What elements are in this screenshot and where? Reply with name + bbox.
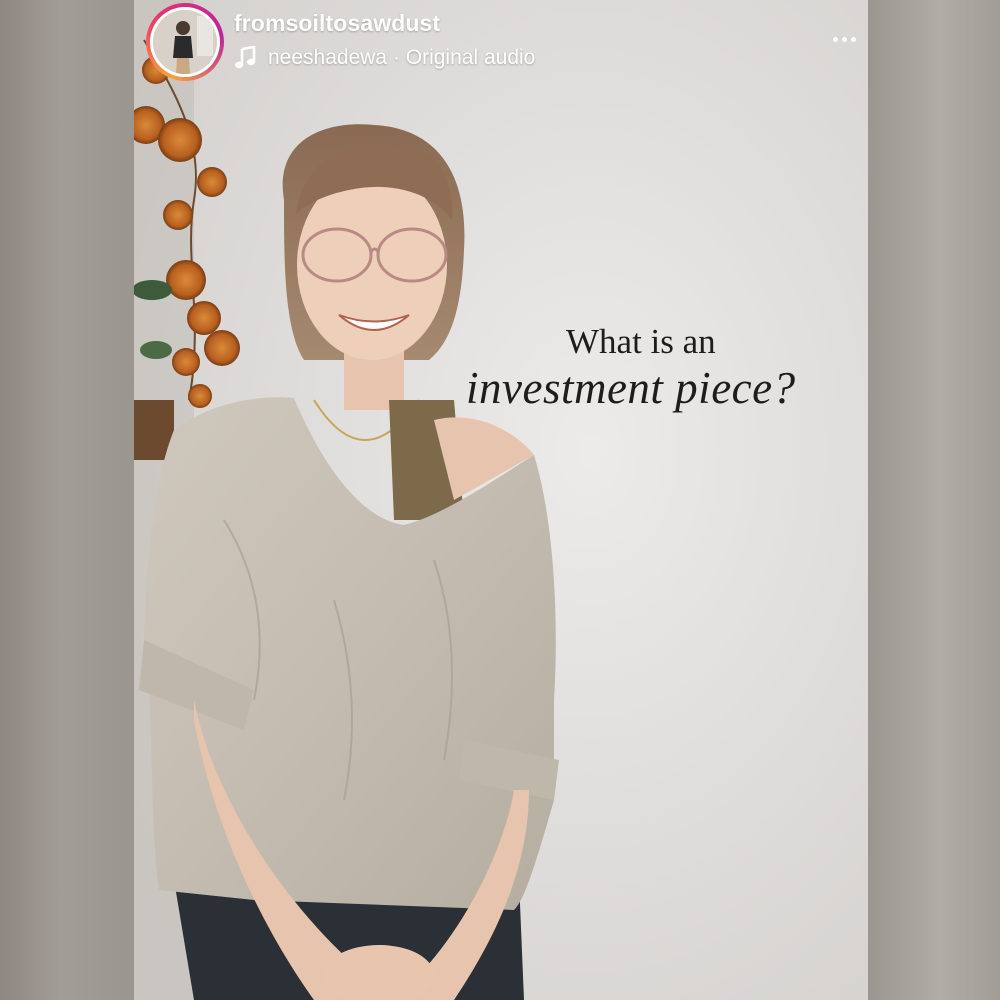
- reel-video[interactable]: fromsoiltosawdust neeshadewa · Original …: [134, 0, 868, 1000]
- reel-photo: [134, 0, 868, 1000]
- more-options-icon[interactable]: [824, 25, 864, 55]
- avatar[interactable]: [146, 3, 224, 81]
- music-note-icon: [235, 46, 256, 69]
- audio-label: neeshadewa · Original audio: [268, 46, 536, 69]
- caption-line-2: investment piece?: [466, 363, 796, 413]
- avatar-photo: [153, 10, 217, 74]
- audio-link[interactable]: neeshadewa · Original audio: [234, 44, 535, 72]
- reel-header: fromsoiltosawdust neeshadewa · Original …: [134, 0, 868, 100]
- username-link[interactable]: fromsoiltosawdust: [234, 10, 440, 37]
- caption-line-1: What is an: [566, 322, 716, 361]
